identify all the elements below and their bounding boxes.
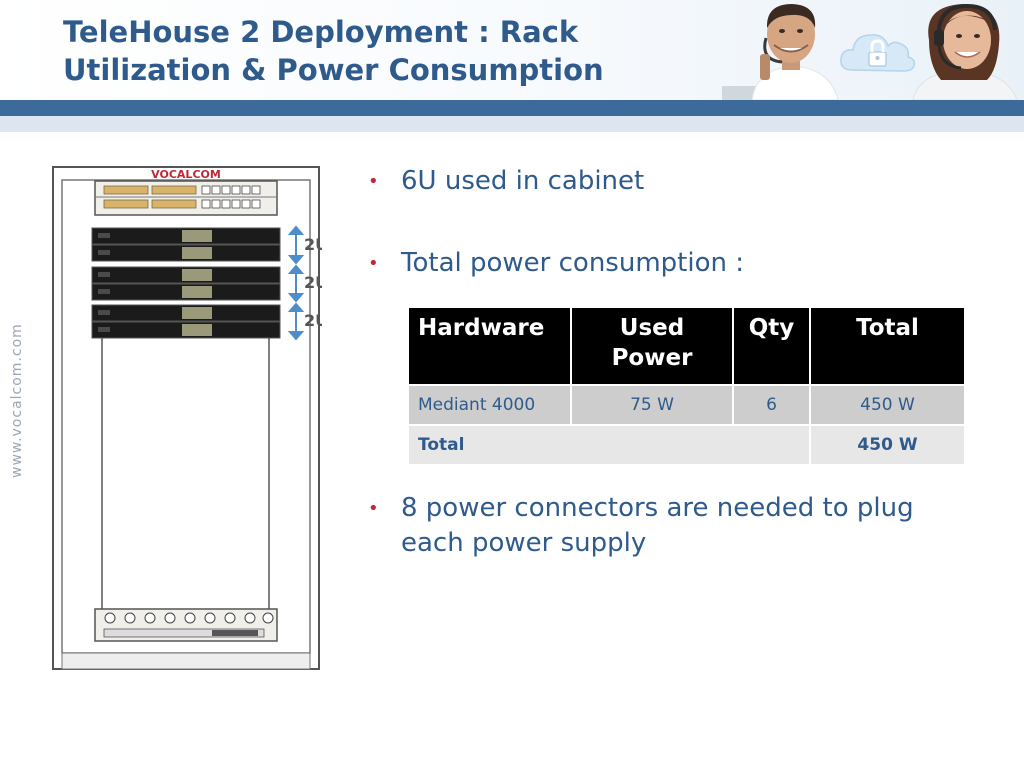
power-strip xyxy=(94,608,278,642)
unit-label-2: 2U xyxy=(304,273,322,292)
cell-qty: 6 xyxy=(732,384,811,426)
cell-total: 450 W xyxy=(809,384,966,426)
header-band-light xyxy=(0,116,1024,132)
mediant-unit-2 xyxy=(91,266,281,301)
title-line-1: TeleHouse 2 Deployment : Rack xyxy=(63,15,579,49)
bullet-dot-icon: • xyxy=(368,253,379,274)
vocalcom-appliance xyxy=(94,180,278,216)
column-header-qty: Qty xyxy=(732,306,811,386)
rack-brand-label: VOCALCOM xyxy=(151,168,221,181)
bullet-text-line-1: 8 power connectors are needed to plug xyxy=(401,493,914,523)
mediant-unit-3 xyxy=(91,304,281,339)
header: TeleHouse 2 Deployment : Rack Utilizatio… xyxy=(0,0,1024,100)
side-url: www.vocalcom.com xyxy=(9,323,25,478)
power-table: Hardware Used Power Qty Total Mediant 40… xyxy=(407,306,966,466)
page-title: TeleHouse 2 Deployment : Rack Utilizatio… xyxy=(63,13,683,89)
bullet-power-connectors: • 8 power connectors are needed to plug … xyxy=(368,491,968,561)
bullet-dot-icon: • xyxy=(368,498,379,519)
support-agent-man-photo xyxy=(722,4,839,100)
support-agent-woman-photo xyxy=(912,3,1018,100)
mediant-unit-1 xyxy=(91,227,281,262)
header-band xyxy=(0,100,1024,116)
bullet-dot-icon: • xyxy=(368,171,379,192)
column-header-hardware: Hardware xyxy=(407,306,572,386)
bullet-text-line-2: each power supply xyxy=(401,528,647,558)
title-line-2: Utilization & Power Consumption xyxy=(63,53,604,87)
table-total-row: Total 450 W xyxy=(407,424,966,466)
column-header-total: Total xyxy=(809,306,966,386)
bullet-rack-usage: • 6U used in cabinet xyxy=(368,164,968,199)
rack-diagram: VOCALCOM 2U 2U 2U xyxy=(52,166,322,670)
unit-label-1: 2U xyxy=(304,235,322,254)
cell-hardware: Mediant 4000 xyxy=(407,384,572,426)
unit-label-3: 2U xyxy=(304,311,322,330)
column-header-used-power: Used Power xyxy=(570,306,734,386)
table-row: Mediant 4000 75 W 6 450 W xyxy=(407,384,966,426)
cell-used-power: 75 W xyxy=(570,384,734,426)
table-header-row: Hardware Used Power Qty Total xyxy=(407,306,966,386)
bullet-text: 6U used in cabinet xyxy=(401,166,645,196)
bullet-text: Total power consumption : xyxy=(401,248,744,278)
total-label: Total xyxy=(407,424,811,466)
total-value: 450 W xyxy=(809,424,966,466)
bullet-power-total: • Total power consumption : xyxy=(368,246,968,281)
